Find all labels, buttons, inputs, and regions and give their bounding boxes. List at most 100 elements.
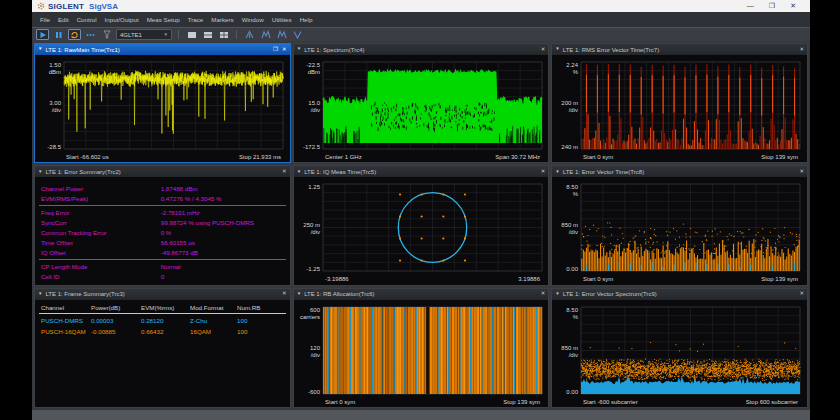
menu-help[interactable]: Help [296, 16, 317, 23]
maximize-button[interactable]: ❐ [769, 0, 775, 12]
panel-titlebar[interactable]: ▼ LTE 1: Spectrum(Trc4) ✕ [294, 44, 549, 55]
panel-menu-icon[interactable]: ▼ [555, 292, 559, 297]
panel-buttons[interactable]: ✕ [799, 47, 804, 53]
summary-divider [39, 205, 286, 206]
svg-text:Stop 600 subcarrier: Stop 600 subcarrier [746, 398, 798, 404]
summary-label: Freq Error [41, 209, 161, 216]
menu-meas-setup[interactable]: Meas Setup [143, 16, 184, 23]
panel-close-icon[interactable]: ✕ [799, 47, 804, 53]
close-button[interactable]: ✕ [790, 0, 796, 12]
svg-text:/div: /div [52, 107, 61, 113]
panel-titlebar[interactable]: ▼ LTE 1: Error Summary(Trc2) ✕ [35, 166, 290, 177]
panel-title: LTE 1: IQ Meas Time(Trc5) [304, 169, 376, 175]
svg-text:3.00: 3.00 [49, 100, 61, 106]
table-cell: 100 [237, 317, 247, 324]
panel-menu-icon[interactable]: ▼ [297, 47, 301, 52]
siglent-logo-icon [37, 2, 45, 10]
menu-window[interactable]: Window [238, 16, 268, 23]
menu-trace[interactable]: Trace [184, 16, 208, 23]
panel-titlebar[interactable]: ▼ LTE 1: RB Allocation(Trc6) ✕ [294, 289, 549, 300]
panel-close-icon[interactable]: ✕ [541, 169, 546, 175]
panel-titlebar[interactable]: ▼ LTE 1: Frame Summary(Trc3) ✕ [35, 289, 290, 300]
panel-buttons[interactable]: ✕ [541, 291, 546, 297]
panel-titlebar[interactable]: ▼ LTE 1: RMS Error Vector Time(Trc7) ✕ [552, 44, 807, 55]
menu-file[interactable]: File [36, 16, 54, 23]
panel-buttons[interactable]: ✕ [282, 169, 287, 175]
marker-next-peak-icon [261, 30, 271, 39]
panel-close-icon[interactable]: ✕ [541, 291, 546, 297]
pause-button[interactable] [52, 29, 65, 40]
marker-min-icon [293, 30, 302, 39]
menubar: FileEditControlInput/OutputMeas SetupTra… [32, 12, 810, 27]
svg-text:0.00: 0.00 [567, 389, 579, 395]
measurement-select[interactable]: 4GLTE1 ▼ [116, 29, 172, 40]
chart-rms-evt: 2.24%200 m/div240 mStart 0 symStop 139 s… [552, 55, 807, 162]
marker-left-peak-button[interactable] [275, 29, 288, 40]
summary-value: 0 [161, 273, 164, 280]
marker-peak-button[interactable] [243, 29, 256, 40]
summary-label: Channel Power [41, 185, 161, 192]
panel-menu-icon[interactable]: ▼ [555, 170, 559, 175]
panel-close-icon[interactable]: ✕ [799, 169, 804, 175]
panel-menu-icon[interactable]: ▼ [38, 47, 42, 52]
panel-close-icon[interactable]: ✕ [282, 169, 287, 175]
panel-titlebar[interactable]: ▼ LTE 1: IQ Meas Time(Trc5) ✕ [294, 166, 549, 177]
marker-peak-icon [245, 30, 254, 39]
svg-text:Stop 21.933 ms: Stop 21.933 ms [239, 154, 281, 160]
panel-buttons[interactable]: ✕ [799, 169, 804, 175]
marker-min-button[interactable] [291, 29, 304, 40]
panel-menu-icon[interactable]: ▼ [38, 292, 42, 297]
table-header: Num.RB [237, 304, 260, 311]
panel-buttons[interactable]: ❐✕ [273, 47, 287, 53]
table-cell: 16QAM [190, 328, 211, 335]
pause-icon [55, 31, 62, 39]
summary-row: Channel Power1.87488 dBm [35, 183, 290, 193]
svg-text:850 m: 850 m [562, 222, 579, 228]
filter-button[interactable] [100, 29, 113, 40]
layout-split-button[interactable] [201, 29, 214, 40]
table-cell: -0.00885 [91, 328, 115, 335]
summary-label: CP Length Mode [41, 263, 161, 270]
menu-utilities[interactable]: Utilities [268, 16, 296, 23]
panel-restore-icon[interactable]: ❐ [273, 47, 278, 53]
panel-menu-icon[interactable]: ▼ [297, 170, 301, 175]
menu-markers[interactable]: Markers [207, 16, 237, 23]
chart-rb: 600carriers120/div-600Start 0 symStop 13… [294, 300, 549, 407]
summary-row: Freq Error-2.78101 mHz [35, 207, 290, 217]
panel-close-icon[interactable]: ✕ [541, 47, 546, 53]
panel-buttons[interactable]: ✕ [541, 169, 546, 175]
panel-menu-icon[interactable]: ▼ [555, 47, 559, 52]
svg-text:Start 0 sym: Start 0 sym [583, 154, 613, 160]
svg-text:1.50: 1.50 [49, 62, 61, 68]
svg-text:-1.25: -1.25 [306, 266, 320, 272]
table-header: Mod.Format [190, 304, 223, 311]
panel-titlebar[interactable]: ▼ LTE 1: Error Vector Time(Trc8) ✕ [552, 166, 807, 177]
panel-titlebar[interactable]: ▼ LTE 1: RawMain Time(Trc1) ❐✕ [35, 44, 290, 55]
layout-single-button[interactable] [185, 29, 198, 40]
menu-control[interactable]: Control [73, 16, 101, 23]
svg-text:-28.5: -28.5 [47, 144, 61, 150]
play-button[interactable] [36, 29, 49, 40]
svg-text:240 m: 240 m [562, 144, 579, 150]
panel-close-icon[interactable]: ✕ [282, 47, 287, 53]
panel-body: 1.50dBm3.00/div-28.5Start -66.602 usStop… [35, 55, 290, 162]
menu-input-output[interactable]: Input/Output [101, 16, 143, 23]
summary-label: EVM(RMS/Peak) [41, 195, 161, 202]
panel-buttons[interactable]: ✕ [799, 291, 804, 297]
menu-edit[interactable]: Edit [54, 16, 73, 23]
panel-menu-icon[interactable]: ▼ [38, 170, 42, 175]
single-button[interactable] [84, 29, 97, 40]
minimize-button[interactable]: — [747, 0, 754, 12]
panel-close-icon[interactable]: ✕ [282, 291, 287, 297]
summary-value: 1.87488 dBm [161, 185, 198, 192]
panel-buttons[interactable]: ✕ [282, 291, 287, 297]
marker-next-peak-button[interactable] [259, 29, 272, 40]
continuous-button[interactable] [68, 29, 81, 40]
svg-text:dBm: dBm [307, 69, 319, 75]
panel-titlebar[interactable]: ▼ LTE 1: Error Vector Spectrum(Trc9) ✕ [552, 289, 807, 300]
panel-rawmain-time: ▼ LTE 1: RawMain Time(Trc1) ❐✕ 1.50dBm3.… [34, 43, 291, 163]
panel-close-icon[interactable]: ✕ [799, 291, 804, 297]
layout-grid-button[interactable] [217, 29, 230, 40]
panel-menu-icon[interactable]: ▼ [297, 292, 301, 297]
panel-buttons[interactable]: ✕ [541, 47, 546, 53]
